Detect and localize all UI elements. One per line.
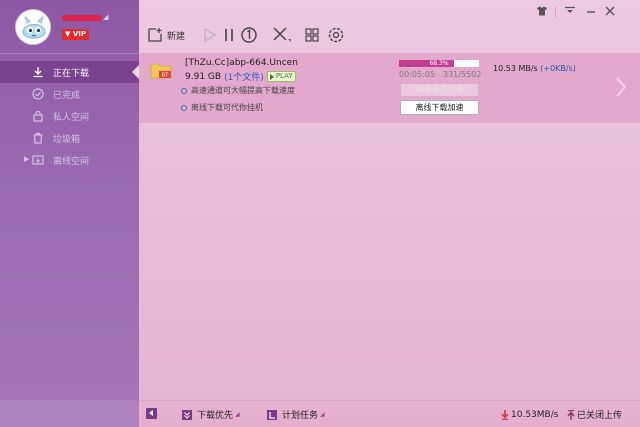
grid-icon: [305, 28, 319, 42]
new-task-button[interactable]: 新建: [147, 26, 185, 44]
sidebar-divider: [0, 53, 139, 54]
avatar[interactable]: [15, 9, 51, 45]
priority-label: 下载优先: [197, 411, 234, 421]
sidebar: ◢ ▼ VIP 正在下载 已完成 私人空间 垃圾箱 ▶ 离线空间: [0, 0, 139, 427]
offline-accelerate-button[interactable]: 离线下载加速: [400, 100, 479, 115]
hint-high-speed: 高速通道可大幅提高下载速度: [181, 85, 295, 96]
task-size-line: 9.91 GB (1个文件) PLAY: [185, 70, 296, 83]
bt-folder-icon: BT: [150, 63, 172, 79]
status-bar: 下载优先 ◢ 计划任务 ◢ 10.53MB/s 已关闭上传: [139, 400, 640, 427]
plus-file-icon: [148, 28, 162, 42]
task-name: [ThZu.Cc]abp-664.Uncen: [185, 58, 298, 68]
vip-label: VIP: [72, 30, 86, 38]
window-control-divider: [555, 6, 556, 18]
mascot-icon: [16, 10, 50, 44]
pause-icon: [225, 29, 233, 41]
minimize-button[interactable]: [585, 6, 597, 18]
collapse-sidebar-button[interactable]: [146, 408, 157, 419]
sidebar-item-label: 已完成: [53, 90, 81, 101]
user-menu-caret[interactable]: ◢: [103, 13, 108, 21]
download-task-row[interactable]: BT [ThZu.Cc]abp-664.Uncen 9.91 GB (1个文件)…: [139, 53, 640, 123]
sidebar-item-private[interactable]: 私人空间: [0, 105, 139, 127]
schedule-label: 计划任务: [282, 411, 319, 421]
skin-button[interactable]: [536, 6, 548, 18]
schedule-icon: [267, 409, 277, 420]
upload-arrow-icon: [567, 409, 575, 420]
vip-icon: ▼: [65, 30, 73, 38]
sidebar-item-downloading[interactable]: 正在下载: [0, 61, 139, 83]
upload-toggle[interactable]: 已关闭上传: [567, 401, 622, 427]
minimize-icon: [587, 11, 595, 13]
active-indicator: [132, 65, 139, 79]
sidebar-item-label: 正在下载: [53, 68, 90, 79]
username-redacted[interactable]: [62, 15, 102, 21]
trash-icon: [33, 132, 43, 144]
close-icon: [605, 6, 615, 16]
expand-arrow-icon[interactable]: ▶: [24, 155, 29, 163]
bt-badge-label: BT: [162, 73, 168, 79]
high-speed-accelerate-button[interactable]: 高速通道加速: [400, 83, 479, 97]
download-speed: 10.53 MB/s (+0KB/s): [493, 64, 576, 73]
close-button[interactable]: [604, 6, 616, 18]
cloud-folder-icon: [32, 155, 44, 165]
sidebar-item-offline[interactable]: ▶ 离线空间: [0, 149, 139, 171]
play-small-icon: [269, 73, 274, 80]
task-size: 9.91 GB: [185, 71, 222, 82]
settings-icon: [328, 27, 344, 43]
sidebar-item-label: 离线空间: [53, 156, 90, 167]
task-file-count-link[interactable]: (1个文件): [224, 70, 264, 83]
start-button[interactable]: [203, 26, 217, 44]
schedule-button[interactable]: [240, 26, 258, 44]
sidebar-footer: [0, 400, 139, 427]
hint-offline-text: 离线下载可代你挂机: [191, 103, 263, 112]
lock-icon: [33, 110, 43, 122]
settings-button[interactable]: [327, 26, 345, 44]
sidebar-item-completed[interactable]: 已完成: [0, 83, 139, 105]
speed-extra: (+0KB/s): [540, 64, 576, 73]
schedule-dropdown-icon[interactable]: ◢: [320, 411, 325, 418]
download-icon: [33, 67, 43, 78]
chevron-right-icon[interactable]: [615, 76, 627, 98]
hint-high-speed-text: 高速通道可大幅提高下载速度: [191, 86, 295, 95]
elapsed-time: 00:05:05: [399, 70, 435, 79]
check-circle-icon: [32, 88, 44, 100]
piece-count: 331/5502: [443, 70, 482, 79]
priority-dropdown-icon[interactable]: ◢: [235, 411, 240, 418]
play-icon: [204, 27, 217, 43]
sidebar-item-label: 垃圾箱: [53, 134, 81, 145]
main-menu-button[interactable]: [564, 6, 576, 18]
menu-icon: [565, 6, 575, 13]
hint-offline: 离线下载可代你挂机: [181, 102, 263, 113]
pause-button[interactable]: [223, 26, 235, 44]
upload-status: 已关闭上传: [577, 411, 623, 421]
play-button[interactable]: PLAY: [266, 71, 296, 82]
play-label: PLAY: [275, 72, 293, 80]
progress-percent: 68.3%: [429, 60, 449, 67]
total-speed-value: 10.53MB/s: [511, 409, 559, 420]
download-arrow-icon: [501, 409, 509, 420]
new-task-label: 新建: [167, 31, 186, 42]
skin-icon: [537, 6, 547, 16]
speed-value: 10.53 MB/s: [493, 64, 538, 73]
sidebar-item-trash[interactable]: 垃圾箱: [0, 127, 139, 149]
scheduled-task-button[interactable]: 计划任务 ◢: [267, 401, 325, 427]
delete-icon: [273, 27, 291, 42]
hint-bullet-icon: [181, 87, 187, 94]
total-speed[interactable]: 10.53MB/s: [501, 401, 558, 427]
toolbar: 新建: [139, 0, 640, 50]
progress-bar: 68.3%: [399, 60, 479, 67]
more-button[interactable]: [304, 26, 320, 44]
clock-icon: [241, 27, 257, 43]
sidebar-item-label: 私人空间: [53, 112, 90, 123]
priority-icon: [182, 409, 192, 420]
delete-button[interactable]: [272, 26, 292, 44]
hint-bullet-icon: [181, 104, 187, 111]
vip-badge[interactable]: ▼ VIP: [62, 29, 89, 40]
download-priority-button[interactable]: 下载优先 ◢: [182, 401, 240, 427]
